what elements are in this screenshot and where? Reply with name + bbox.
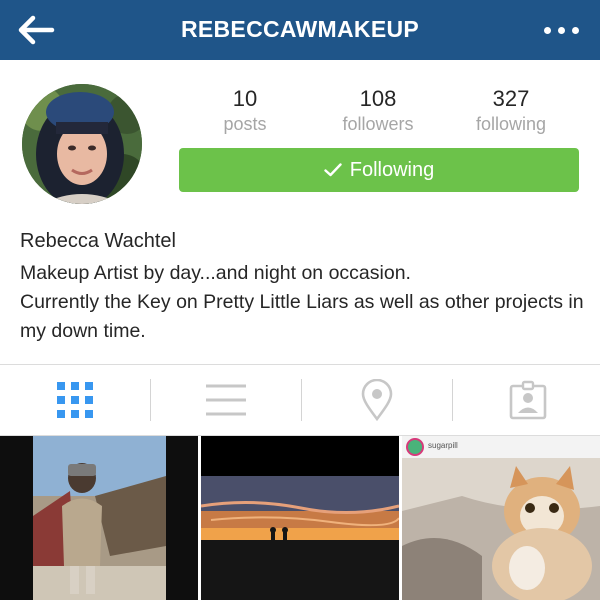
tab-tagged-photos[interactable] bbox=[453, 365, 600, 435]
profile-username-title: REBECCAWMAKEUP bbox=[180, 16, 420, 42]
post-thumbnail-3[interactable]: sugarpill bbox=[402, 436, 600, 600]
profile-view-tabs bbox=[0, 364, 600, 436]
followers-count-label: followers bbox=[342, 114, 414, 134]
post-thumbnail-1[interactable] bbox=[0, 436, 198, 600]
location-pin-icon bbox=[361, 379, 393, 421]
tagged-person-icon bbox=[509, 380, 547, 420]
post-overlay-username: sugarpill bbox=[428, 441, 458, 450]
more-dot-icon bbox=[571, 26, 579, 34]
tab-location-view[interactable] bbox=[302, 365, 452, 435]
post-image-sunset bbox=[201, 436, 399, 600]
following-button-label: Following bbox=[349, 158, 435, 181]
avatar-photo bbox=[22, 84, 142, 204]
tab-grid-view[interactable] bbox=[0, 365, 150, 435]
tab-list-view[interactable] bbox=[151, 365, 301, 435]
following-button[interactable]: Following bbox=[179, 148, 579, 192]
post-thumbnail-2[interactable] bbox=[201, 436, 399, 600]
profile-avatar[interactable] bbox=[22, 84, 142, 204]
grid-icon bbox=[57, 382, 93, 418]
following-count[interactable]: 327 following bbox=[451, 86, 571, 135]
posts-count-value: 10 bbox=[232, 86, 258, 111]
post-image-beach-portrait bbox=[0, 436, 198, 600]
posts-count: 10 posts bbox=[185, 86, 305, 135]
following-count-label: following bbox=[475, 114, 547, 134]
profile-bio: Makeup Artist by day...and night on occa… bbox=[20, 262, 584, 342]
checkmark-icon bbox=[324, 163, 342, 177]
more-dot-icon bbox=[557, 26, 565, 34]
followers-count[interactable]: 108 followers bbox=[318, 86, 438, 135]
profile-full-name: Rebecca Wachtel bbox=[20, 230, 176, 252]
top-navigation-bar: REBECCAWMAKEUP bbox=[0, 0, 600, 60]
following-count-value: 327 bbox=[492, 86, 530, 111]
posts-count-label: posts bbox=[223, 114, 267, 134]
more-dot-icon bbox=[543, 26, 551, 34]
more-options-button[interactable] bbox=[536, 10, 586, 50]
list-icon bbox=[206, 384, 246, 416]
post-image-cat bbox=[402, 436, 600, 600]
followers-count-value: 108 bbox=[359, 86, 397, 111]
